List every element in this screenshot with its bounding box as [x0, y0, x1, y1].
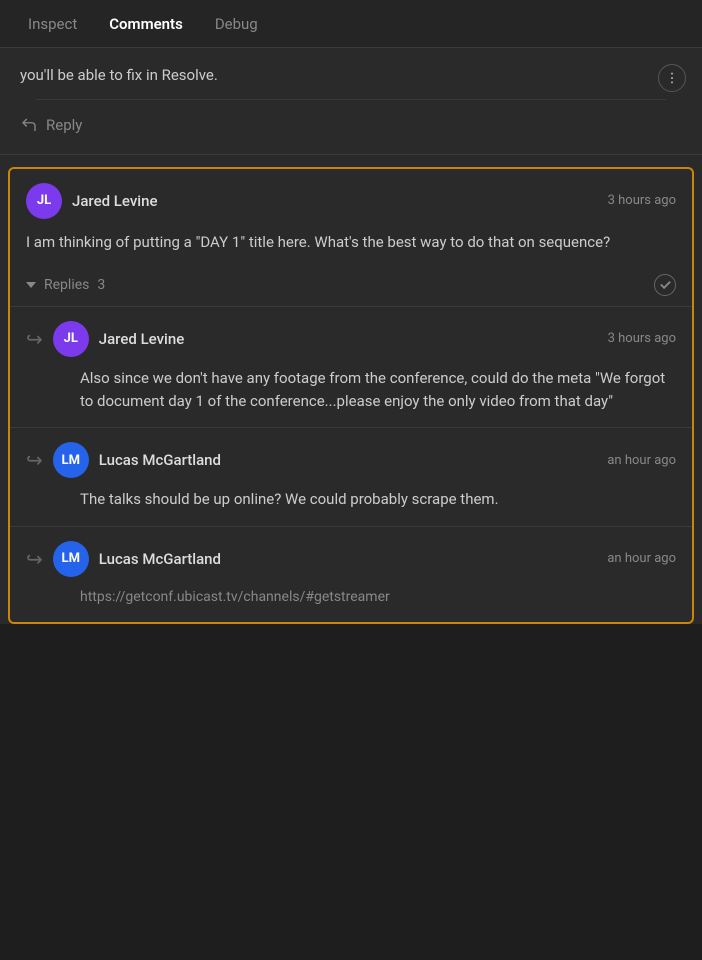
avatar: LM: [53, 442, 89, 478]
comment-author: JL Jared Levine: [26, 183, 158, 219]
comments-panel: you'll be able to fix in Resolve. Reply …: [0, 48, 702, 624]
reply-author: ↪ LM Lucas McGartland: [26, 541, 221, 577]
reply-timestamp: an hour ago: [607, 453, 676, 468]
reply-item: ↪ LM Lucas McGartland an hour ago https:…: [10, 526, 692, 623]
comment-body: I am thinking of putting a "DAY 1" title…: [10, 227, 692, 266]
comment-timestamp: 3 hours ago: [608, 193, 676, 208]
avatar: JL: [53, 321, 89, 357]
tab-debug[interactable]: Debug: [199, 1, 274, 47]
indent-icon: ↪: [26, 448, 43, 472]
reply-item: ↪ JL Jared Levine 3 hours ago Also since…: [10, 306, 692, 428]
author-name: Jared Levine: [72, 192, 158, 210]
author-name: Jared Levine: [99, 330, 185, 348]
reply-body: Also since we don't have any footage fro…: [26, 367, 676, 414]
indent-icon: ↪: [26, 327, 43, 351]
reply-author: ↪ LM Lucas McGartland: [26, 442, 221, 478]
reply-body-url: https://getconf.ubicast.tv/channels/#get…: [26, 587, 676, 609]
tab-comments[interactable]: Comments: [93, 1, 199, 47]
reply-item: ↪ LM Lucas McGartland an hour ago The ta…: [10, 427, 692, 525]
reply-author: ↪ JL Jared Levine: [26, 321, 184, 357]
reply-header: ↪ LM Lucas McGartland an hour ago: [26, 442, 676, 478]
replies-row: Replies 3: [10, 266, 692, 306]
tab-inspect[interactable]: Inspect: [12, 1, 93, 47]
chevron-down-icon: [26, 282, 36, 288]
reply-body: The talks should be up online? We could …: [26, 488, 676, 511]
avatar: JL: [26, 183, 62, 219]
main-comment: JL Jared Levine 3 hours ago I am thinkin…: [8, 167, 694, 625]
reply-timestamp: an hour ago: [607, 551, 676, 566]
tab-bar: Inspect Comments Debug: [0, 0, 702, 48]
replies-label: Replies: [44, 277, 89, 293]
comment-header: JL Jared Levine 3 hours ago: [10, 169, 692, 227]
reply-button[interactable]: Reply: [20, 112, 682, 138]
partial-comment: you'll be able to fix in Resolve. Reply: [0, 48, 702, 155]
author-name: Lucas McGartland: [99, 550, 221, 568]
replies-count: 3: [97, 277, 105, 293]
indent-icon: ↪: [26, 547, 43, 571]
reply-header: ↪ LM Lucas McGartland an hour ago: [26, 541, 676, 577]
check-circle[interactable]: [654, 274, 676, 296]
partial-comment-text: you'll be able to fix in Resolve.: [20, 64, 682, 87]
menu-icon[interactable]: [658, 64, 686, 92]
reply-timestamp: 3 hours ago: [608, 331, 676, 346]
replies-toggle[interactable]: Replies 3: [26, 277, 105, 293]
avatar: LM: [53, 541, 89, 577]
check-icon: [659, 278, 672, 291]
reply-label: Reply: [46, 116, 82, 134]
reply-header: ↪ JL Jared Levine 3 hours ago: [26, 321, 676, 357]
author-name: Lucas McGartland: [99, 451, 221, 469]
